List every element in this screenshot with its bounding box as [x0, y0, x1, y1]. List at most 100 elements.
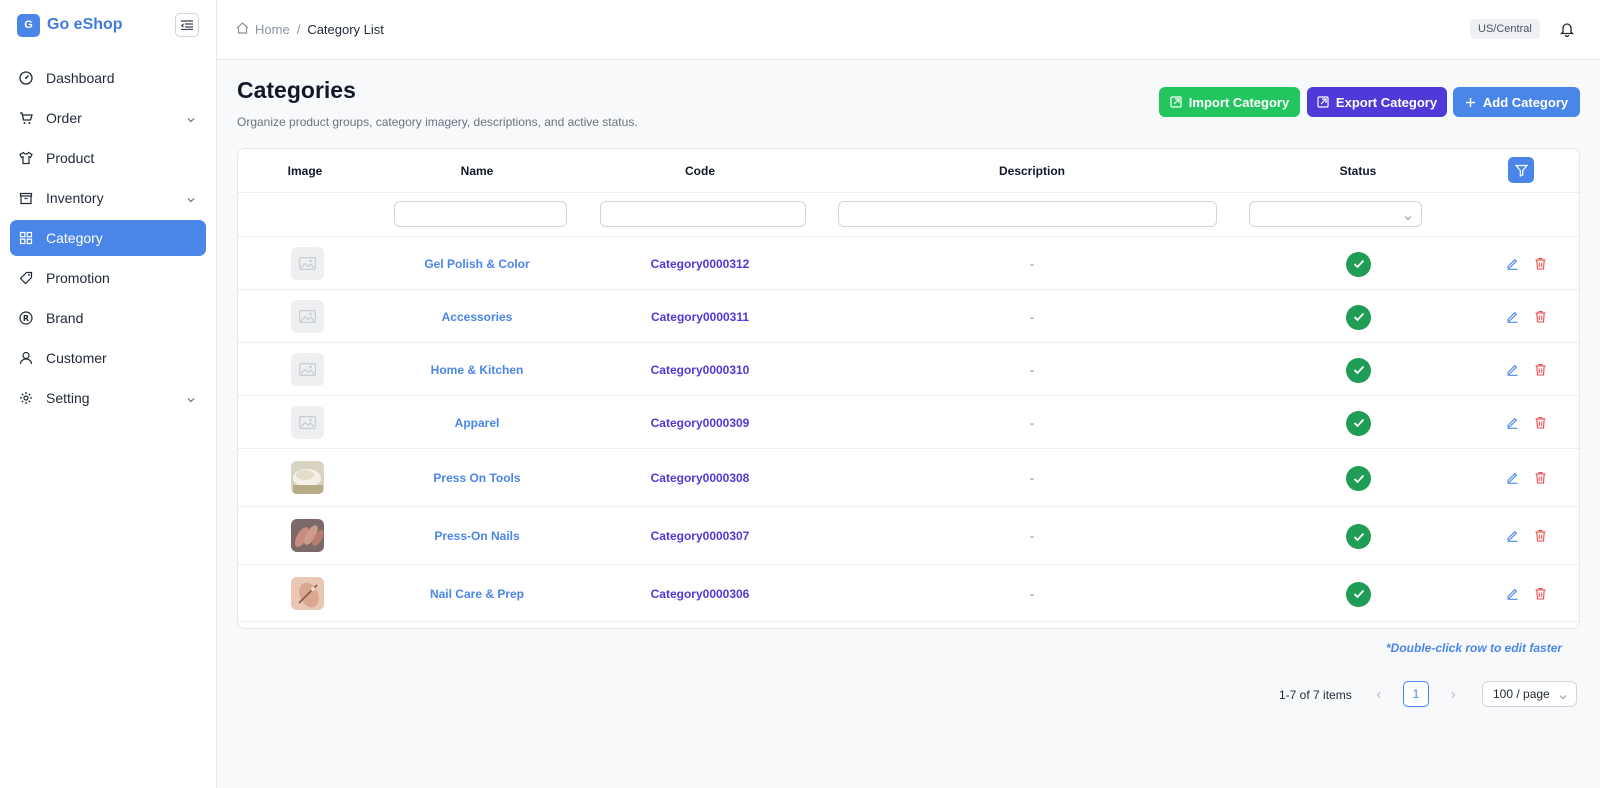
edit-button[interactable] [1506, 257, 1519, 275]
sidebar-item-customer[interactable]: Customer [10, 340, 206, 376]
delete-button[interactable] [1534, 257, 1547, 275]
home-icon[interactable] [236, 22, 249, 37]
export-category-button[interactable]: Export Category [1307, 87, 1447, 117]
sidebar-item-promotion[interactable]: Promotion [10, 260, 206, 296]
edit-button[interactable] [1506, 416, 1519, 434]
grid-icon [19, 231, 33, 245]
sidebar: G Go eShop Dashboard Order Product Inven… [0, 0, 217, 788]
description-filter-input[interactable] [838, 201, 1217, 227]
sidebar-item-label: Inventory [46, 190, 104, 206]
pagination-prev-button[interactable] [1374, 689, 1384, 703]
category-name-link[interactable]: Apparel [388, 416, 566, 430]
edit-button[interactable] [1506, 587, 1519, 605]
category-name-link[interactable]: Home & Kitchen [388, 363, 566, 377]
sidebar-item-label: Customer [46, 350, 107, 366]
status-filter-select[interactable] [1249, 201, 1422, 227]
delete-button[interactable] [1534, 587, 1547, 605]
check-icon [1353, 365, 1364, 375]
sidebar-item-setting[interactable]: Setting [10, 380, 206, 416]
filter-button[interactable] [1508, 157, 1534, 183]
category-name-link[interactable]: Press-On Nails [388, 529, 566, 543]
pagination-next-button[interactable] [1448, 689, 1458, 703]
column-header-name[interactable]: Name [388, 164, 566, 178]
table-row[interactable]: Home & Kitchen Category0000310 - [238, 343, 1579, 396]
sidebar-item-dashboard[interactable]: Dashboard [10, 60, 206, 96]
sidebar-collapse-button[interactable] [175, 13, 199, 37]
table-row[interactable]: Press-On Nails Category0000307 - [238, 507, 1579, 565]
column-header-description[interactable]: Description [838, 164, 1226, 178]
page-size-select[interactable]: 100 / page [1482, 681, 1577, 707]
import-category-button[interactable]: Import Category [1159, 87, 1300, 117]
column-header-status[interactable]: Status [1268, 164, 1448, 178]
trash-icon [1535, 471, 1546, 484]
user-icon [19, 351, 33, 365]
chevron-down-icon [1403, 210, 1413, 228]
category-image [291, 519, 324, 552]
add-category-button[interactable]: Add Category [1453, 87, 1580, 117]
table-row[interactable]: Accessories Category0000311 - [238, 290, 1579, 343]
trash-icon [1535, 587, 1546, 600]
delete-button[interactable] [1534, 363, 1547, 381]
column-header-code[interactable]: Code [598, 164, 802, 178]
category-description: - [1030, 529, 1034, 543]
breadcrumb-home[interactable]: Home [255, 22, 290, 37]
check-icon [1353, 259, 1364, 269]
sidebar-item-label: Product [46, 150, 95, 166]
brand[interactable]: G Go eShop [17, 13, 123, 37]
delete-button[interactable] [1534, 416, 1547, 434]
edit-button[interactable] [1506, 529, 1519, 547]
category-image [291, 246, 324, 280]
category-image [291, 576, 324, 610]
top-bar: Home / Category List US/Central [217, 0, 1600, 60]
category-description: - [1030, 415, 1034, 430]
category-code: Category0000312 [650, 256, 750, 271]
delete-button[interactable] [1534, 471, 1547, 489]
chevron-down-icon [1558, 691, 1568, 705]
category-description: - [1030, 362, 1034, 377]
category-code: Category0000307 [650, 529, 750, 543]
category-name-link[interactable]: Nail Care & Prep [388, 587, 566, 601]
table-row[interactable]: Press On Tools Category0000308 - [238, 449, 1579, 507]
status-active-badge [1346, 304, 1371, 330]
table-row[interactable]: Apparel Category0000309 - [238, 396, 1579, 449]
sidebar-item-inventory[interactable]: Inventory [10, 180, 206, 216]
delete-button[interactable] [1534, 310, 1547, 328]
breadcrumb-separator: / [296, 22, 301, 37]
sidebar-item-product[interactable]: Product [10, 140, 206, 176]
category-description: - [1030, 256, 1034, 271]
category-description: - [1030, 586, 1034, 601]
category-name-link[interactable]: Gel Polish & Color [388, 257, 566, 271]
category-image [291, 352, 324, 386]
name-filter-input[interactable] [394, 201, 567, 227]
import-category-label: Import Category [1188, 94, 1290, 110]
sidebar-item-brand[interactable]: R Brand [10, 300, 206, 336]
filter-icon [1514, 164, 1528, 177]
page-subtitle: Organize product groups, category imager… [237, 115, 638, 129]
bell-icon[interactable] [1559, 21, 1575, 42]
check-icon [1353, 589, 1364, 599]
gear-icon [19, 391, 33, 405]
edit-button[interactable] [1506, 471, 1519, 489]
sidebar-item-category[interactable]: Category [10, 220, 206, 256]
delete-button[interactable] [1534, 529, 1547, 547]
table-row[interactable]: Nail Care & Prep Category0000306 - [238, 565, 1579, 622]
code-filter-input[interactable] [600, 201, 806, 227]
table-row[interactable]: Gel Polish & Color Category0000312 - [238, 237, 1579, 290]
pagination-page-1[interactable]: 1 [1403, 681, 1429, 707]
category-name-link[interactable]: Press On Tools [388, 471, 566, 485]
registered-icon: R [19, 311, 33, 325]
sidebar-item-label: Brand [46, 310, 84, 326]
edit-icon [1507, 258, 1518, 270]
sidebar-item-order[interactable]: Order [10, 100, 206, 136]
category-photo [291, 519, 324, 552]
box-icon [19, 191, 33, 205]
plus-icon [1465, 97, 1475, 107]
status-active-badge [1346, 251, 1371, 277]
pagination-total: 1-7 of 7 items [1279, 688, 1352, 702]
edit-button[interactable] [1506, 310, 1519, 328]
edit-icon [1507, 364, 1518, 376]
category-name-link[interactable]: Accessories [388, 310, 566, 324]
tag-icon [19, 271, 33, 285]
edit-button[interactable] [1506, 363, 1519, 381]
export-icon [1317, 96, 1329, 108]
